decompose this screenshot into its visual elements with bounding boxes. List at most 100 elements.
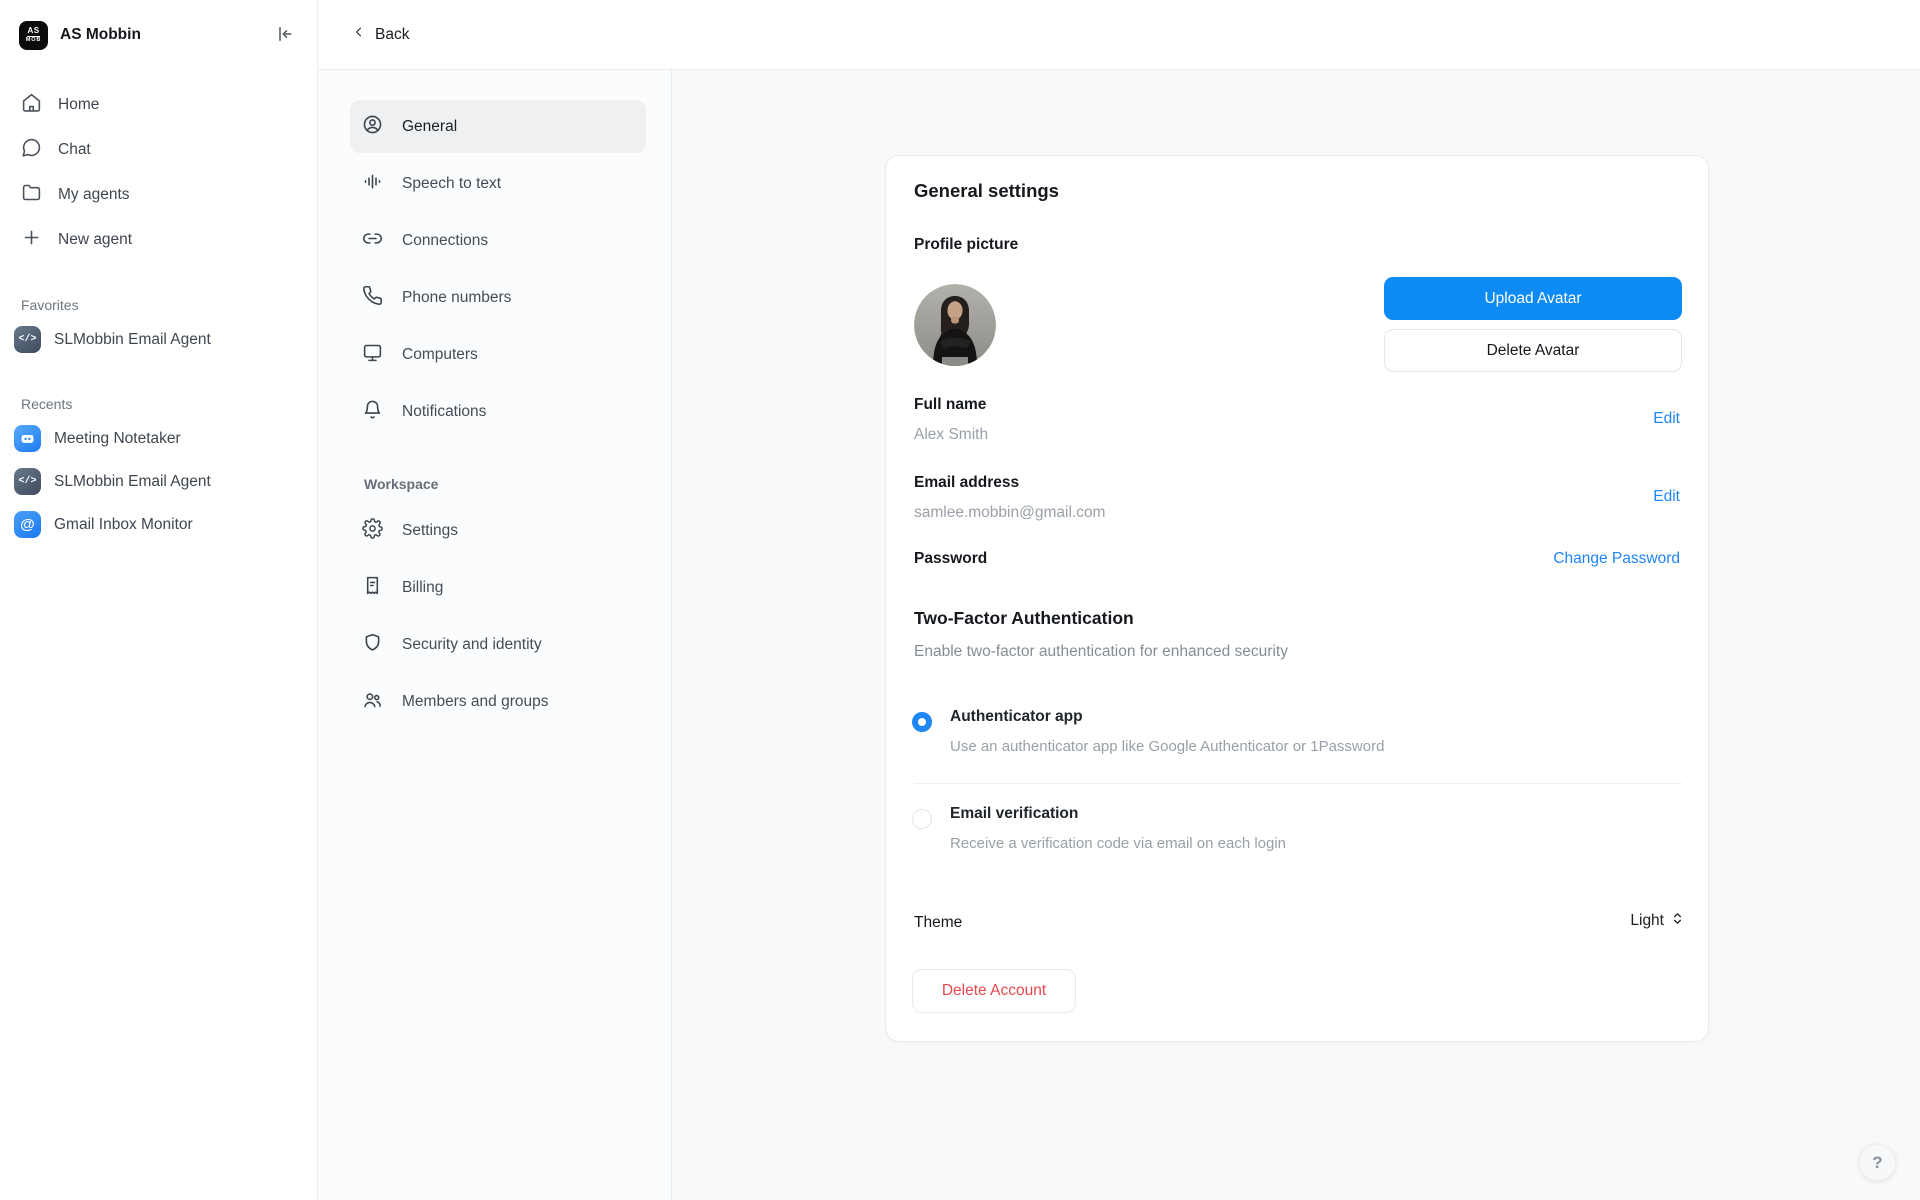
- profile-picture-label: Profile picture: [914, 236, 1018, 254]
- back-label: Back: [375, 26, 409, 44]
- sidebar-nav: Home Chat My agents New agent: [0, 70, 317, 262]
- code-icon: </>: [14, 326, 41, 353]
- settings-nav-label: Connections: [402, 232, 488, 250]
- topbar: Back: [318, 0, 1920, 70]
- app-root: AS MOB AS Mobbin Home Chat My agents: [0, 0, 1920, 1200]
- recent-agent-slmobbin-email[interactable]: </> SLMobbin Email Agent: [0, 460, 317, 503]
- folder-icon: [21, 182, 42, 208]
- agent-label: SLMobbin Email Agent: [54, 473, 211, 491]
- at-icon: @: [14, 511, 41, 538]
- settings-nav-item-phone-numbers[interactable]: Phone numbers: [350, 271, 646, 324]
- delete-avatar-button[interactable]: Delete Avatar: [1384, 329, 1682, 372]
- two-factor-subtitle: Enable two-factor authentication for enh…: [914, 643, 1288, 661]
- edit-email-link[interactable]: Edit: [1653, 488, 1680, 506]
- settings-nav-item-general[interactable]: General: [350, 100, 646, 153]
- shield-icon: [362, 632, 383, 658]
- sidebar-item-my-agents[interactable]: My agents: [0, 172, 317, 217]
- sidebar-header: AS MOB AS Mobbin: [0, 0, 317, 70]
- settings-nav-item-billing[interactable]: Billing: [350, 561, 646, 614]
- sidebar-item-new-agent[interactable]: New agent: [0, 217, 317, 262]
- bot-icon: [14, 425, 41, 452]
- radio-authenticator-app[interactable]: [912, 712, 932, 732]
- workspace-name: AS Mobbin: [60, 26, 271, 44]
- help-button[interactable]: ?: [1859, 1144, 1896, 1181]
- settings-nav-label: Speech to text: [402, 175, 501, 193]
- agent-label: Gmail Inbox Monitor: [54, 516, 193, 534]
- users-icon: [362, 689, 383, 715]
- theme-select[interactable]: Light: [1630, 911, 1684, 931]
- settings-nav-item-security-and-identity[interactable]: Security and identity: [350, 618, 646, 671]
- settings-nav-label: Computers: [402, 346, 478, 364]
- options-divider: [914, 783, 1682, 784]
- sidebar-item-label: My agents: [58, 186, 130, 204]
- authenticator-app-label: Authenticator app: [950, 708, 1083, 726]
- settings-nav-label: Phone numbers: [402, 289, 511, 307]
- user-circle-icon: [362, 114, 383, 140]
- main-content: General settings Profile picture: [672, 70, 1920, 1200]
- collapse-sidebar-button[interactable]: [271, 20, 299, 51]
- sidebar-item-home[interactable]: Home: [0, 82, 317, 127]
- bell-icon: [362, 399, 383, 425]
- recent-agent-gmail-inbox-monitor[interactable]: @ Gmail Inbox Monitor: [0, 503, 317, 546]
- receipt-icon: [362, 575, 383, 601]
- favorite-agent-slmobbin-email[interactable]: </> SLMobbin Email Agent: [0, 318, 317, 361]
- recents-section-title: Recents: [0, 391, 317, 417]
- chevron-left-icon: [352, 25, 366, 44]
- page-title: General settings: [914, 180, 1059, 202]
- workspace-logo: AS MOB: [19, 21, 48, 50]
- delete-account-button[interactable]: Delete Account: [912, 969, 1076, 1013]
- change-password-link[interactable]: Change Password: [1553, 550, 1680, 568]
- upload-avatar-button[interactable]: Upload Avatar: [1384, 277, 1682, 320]
- full-name-value: Alex Smith: [914, 426, 988, 444]
- edit-full-name-link[interactable]: Edit: [1653, 410, 1680, 428]
- email-label: Email address: [914, 474, 1019, 492]
- waveform-icon: [362, 171, 383, 197]
- chat-icon: [21, 137, 42, 163]
- plus-icon: [21, 227, 42, 253]
- two-factor-title: Two-Factor Authentication: [914, 608, 1134, 629]
- avatar: [914, 284, 996, 366]
- settings-nav-item-members-and-groups[interactable]: Members and groups: [350, 675, 646, 728]
- workspace-group-label: Workspace: [364, 476, 671, 492]
- email-verification-label: Email verification: [950, 805, 1078, 823]
- chevron-up-down-icon: [1671, 911, 1684, 931]
- settings-nav-item-computers[interactable]: Computers: [350, 328, 646, 381]
- theme-value: Light: [1630, 912, 1664, 930]
- settings-nav-item-connections[interactable]: Connections: [350, 214, 646, 267]
- settings-nav-label: Members and groups: [402, 693, 548, 711]
- password-label: Password: [914, 550, 987, 568]
- sidebar-item-label: Home: [58, 96, 99, 114]
- settings-nav-item-settings[interactable]: Settings: [350, 504, 646, 557]
- logo-text-bottom: MOB: [26, 38, 41, 44]
- code-icon: </>: [14, 468, 41, 495]
- back-button[interactable]: Back: [352, 25, 409, 44]
- sidebar-item-label: New agent: [58, 231, 132, 249]
- email-value: samlee.mobbin@gmail.com: [914, 504, 1105, 522]
- settings-nav: General Speech to text Connections Phone…: [318, 70, 672, 1200]
- sidebar: AS MOB AS Mobbin Home Chat My agents: [0, 0, 318, 1200]
- sidebar-item-label: Chat: [58, 141, 91, 159]
- radio-email-verification[interactable]: [912, 809, 932, 829]
- logo-text-top: AS: [27, 27, 39, 37]
- settings-nav-label: Billing: [402, 579, 443, 597]
- recent-agent-meeting-notetaker[interactable]: Meeting Notetaker: [0, 417, 317, 460]
- full-name-label: Full name: [914, 396, 986, 414]
- authenticator-app-description: Use an authenticator app like Google Aut…: [950, 738, 1384, 755]
- general-settings-card: General settings Profile picture: [885, 155, 1709, 1042]
- monitor-icon: [362, 342, 383, 368]
- collapse-sidebar-icon: [275, 24, 295, 47]
- favorites-section-title: Favorites: [0, 292, 317, 318]
- gear-icon: [362, 518, 383, 544]
- settings-nav-label: General: [402, 118, 457, 136]
- settings-nav-item-speech-to-text[interactable]: Speech to text: [350, 157, 646, 210]
- link-icon: [362, 228, 383, 254]
- agent-label: SLMobbin Email Agent: [54, 331, 211, 349]
- email-verification-description: Receive a verification code via email on…: [950, 835, 1286, 852]
- settings-nav-label: Settings: [402, 522, 458, 540]
- phone-icon: [362, 285, 383, 311]
- settings-nav-label: Security and identity: [402, 636, 542, 654]
- settings-nav-item-notifications[interactable]: Notifications: [350, 385, 646, 438]
- theme-label: Theme: [914, 914, 962, 932]
- settings-nav-label: Notifications: [402, 403, 486, 421]
- sidebar-item-chat[interactable]: Chat: [0, 127, 317, 172]
